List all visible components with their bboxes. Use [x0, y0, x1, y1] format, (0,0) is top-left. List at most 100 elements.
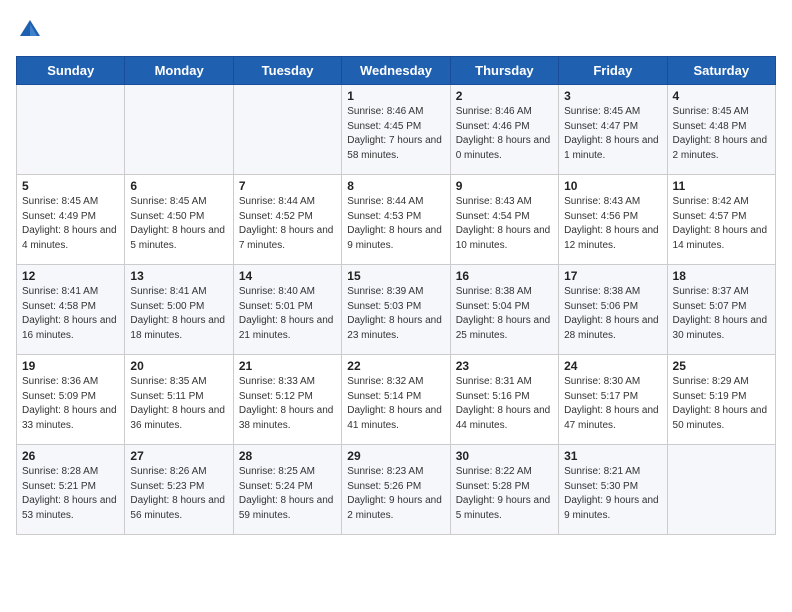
day-info: Sunrise: 8:41 AM Sunset: 4:58 PM Dayligh…: [22, 285, 119, 343]
day-number: 22: [347, 359, 444, 373]
day-number: 30: [456, 449, 553, 463]
calendar-cell: 4 Sunrise: 8:45 AM Sunset: 4:48 PM Daylig…: [667, 85, 775, 175]
calendar-cell: 9 Sunrise: 8:43 AM Sunset: 4:54 PM Daylig…: [450, 175, 558, 265]
calendar-cell: 26Sunrise: 8:28 AM Sunset: 5:21 PM Dayli…: [17, 445, 125, 535]
logo: [16, 16, 48, 44]
day-number: 31: [564, 449, 661, 463]
day-info: Sunrise: 8:33 AM Sunset: 5:12 PM Dayligh…: [239, 375, 336, 433]
calendar-cell: [667, 445, 775, 535]
weekday-header-sunday: Sunday: [17, 57, 125, 85]
calendar-cell: 6Sunrise: 8:45 AM Sunset: 4:50 PM Daylig…: [125, 175, 233, 265]
week-row-1: 1 Sunrise: 8:46 AM Sunset: 4:45 PM Daylig…: [17, 85, 776, 175]
week-row-3: 12 Sunrise: 8:41 AM Sunset: 4:58 PM Dayli…: [17, 265, 776, 355]
day-info: Sunrise: 8:43 AM Sunset: 4:56 PM Dayligh…: [564, 195, 661, 253]
day-number: 29: [347, 449, 444, 463]
calendar-cell: 10Sunrise: 8:43 AM Sunset: 4:56 PM Dayli…: [559, 175, 667, 265]
calendar-cell: 22 Sunrise: 8:32 AM Sunset: 5:14 PM Dayli…: [342, 355, 450, 445]
calendar-cell: 25 Sunrise: 8:29 AM Sunset: 5:19 PM Dayli…: [667, 355, 775, 445]
calendar-body: 1 Sunrise: 8:46 AM Sunset: 4:45 PM Daylig…: [17, 85, 776, 535]
day-info: Sunrise: 8:21 AM Sunset: 5:30 PM Dayligh…: [564, 465, 661, 523]
weekday-row: SundayMondayTuesdayWednesdayThursdayFrid…: [17, 57, 776, 85]
calendar-cell: 31 Sunrise: 8:21 AM Sunset: 5:30 PM Dayli…: [559, 445, 667, 535]
calendar-cell: 23 Sunrise: 8:31 AM Sunset: 5:16 PM Dayli…: [450, 355, 558, 445]
page-header: [16, 16, 776, 44]
calendar-cell: 1 Sunrise: 8:46 AM Sunset: 4:45 PM Daylig…: [342, 85, 450, 175]
calendar-cell: 15Sunrise: 8:39 AM Sunset: 5:03 PM Dayli…: [342, 265, 450, 355]
day-info: Sunrise: 8:25 AM Sunset: 5:24 PM Dayligh…: [239, 465, 336, 523]
calendar-cell: 14Sunrise: 8:40 AM Sunset: 5:01 PM Dayli…: [233, 265, 341, 355]
day-info: Sunrise: 8:45 AM Sunset: 4:48 PM Dayligh…: [673, 105, 770, 163]
day-info: Sunrise: 8:38 AM Sunset: 5:04 PM Dayligh…: [456, 285, 553, 343]
day-info: Sunrise: 8:31 AM Sunset: 5:16 PM Dayligh…: [456, 375, 553, 433]
day-info: Sunrise: 8:41 AM Sunset: 5:00 PM Dayligh…: [130, 285, 227, 343]
weekday-header-tuesday: Tuesday: [233, 57, 341, 85]
day-number: 18: [673, 269, 770, 283]
day-number: 28: [239, 449, 336, 463]
calendar-cell: 13 Sunrise: 8:41 AM Sunset: 5:00 PM Dayli…: [125, 265, 233, 355]
calendar-cell: 11Sunrise: 8:42 AM Sunset: 4:57 PM Dayli…: [667, 175, 775, 265]
calendar-cell: [233, 85, 341, 175]
calendar-cell: 21 Sunrise: 8:33 AM Sunset: 5:12 PM Dayli…: [233, 355, 341, 445]
day-number: 16: [456, 269, 553, 283]
week-row-2: 5 Sunrise: 8:45 AM Sunset: 4:49 PM Daylig…: [17, 175, 776, 265]
calendar-cell: 16 Sunrise: 8:38 AM Sunset: 5:04 PM Dayli…: [450, 265, 558, 355]
weekday-header-wednesday: Wednesday: [342, 57, 450, 85]
day-info: Sunrise: 8:35 AM Sunset: 5:11 PM Dayligh…: [130, 375, 227, 433]
day-info: Sunrise: 8:36 AM Sunset: 5:09 PM Dayligh…: [22, 375, 119, 433]
calendar-table: SundayMondayTuesdayWednesdayThursdayFrid…: [16, 56, 776, 535]
day-number: 4: [673, 89, 770, 103]
day-info: Sunrise: 8:46 AM Sunset: 4:46 PM Dayligh…: [456, 105, 553, 163]
day-number: 11: [673, 179, 770, 193]
day-info: Sunrise: 8:44 AM Sunset: 4:52 PM Dayligh…: [239, 195, 336, 253]
weekday-header-thursday: Thursday: [450, 57, 558, 85]
day-number: 26: [22, 449, 119, 463]
day-info: Sunrise: 8:37 AM Sunset: 5:07 PM Dayligh…: [673, 285, 770, 343]
day-number: 5: [22, 179, 119, 193]
day-number: 7: [239, 179, 336, 193]
week-row-5: 26Sunrise: 8:28 AM Sunset: 5:21 PM Dayli…: [17, 445, 776, 535]
calendar-cell: 20 Sunrise: 8:35 AM Sunset: 5:11 PM Dayli…: [125, 355, 233, 445]
day-info: Sunrise: 8:45 AM Sunset: 4:50 PM Dayligh…: [130, 195, 227, 253]
day-number: 21: [239, 359, 336, 373]
day-info: Sunrise: 8:44 AM Sunset: 4:53 PM Dayligh…: [347, 195, 444, 253]
weekday-header-monday: Monday: [125, 57, 233, 85]
calendar-cell: 12 Sunrise: 8:41 AM Sunset: 4:58 PM Dayli…: [17, 265, 125, 355]
day-number: 15: [347, 269, 444, 283]
day-info: Sunrise: 8:22 AM Sunset: 5:28 PM Dayligh…: [456, 465, 553, 523]
calendar-cell: 29 Sunrise: 8:23 AM Sunset: 5:26 PM Dayli…: [342, 445, 450, 535]
calendar-cell: 3Sunrise: 8:45 AM Sunset: 4:47 PM Daylig…: [559, 85, 667, 175]
day-info: Sunrise: 8:26 AM Sunset: 5:23 PM Dayligh…: [130, 465, 227, 523]
day-number: 2: [456, 89, 553, 103]
calendar-cell: 19 Sunrise: 8:36 AM Sunset: 5:09 PM Dayli…: [17, 355, 125, 445]
calendar-cell: 27Sunrise: 8:26 AM Sunset: 5:23 PM Dayli…: [125, 445, 233, 535]
day-number: 23: [456, 359, 553, 373]
day-info: Sunrise: 8:29 AM Sunset: 5:19 PM Dayligh…: [673, 375, 770, 433]
day-number: 20: [130, 359, 227, 373]
day-number: 9: [456, 179, 553, 193]
day-number: 12: [22, 269, 119, 283]
day-info: Sunrise: 8:32 AM Sunset: 5:14 PM Dayligh…: [347, 375, 444, 433]
calendar-cell: 30 Sunrise: 8:22 AM Sunset: 5:28 PM Dayli…: [450, 445, 558, 535]
day-info: Sunrise: 8:40 AM Sunset: 5:01 PM Dayligh…: [239, 285, 336, 343]
week-row-4: 19 Sunrise: 8:36 AM Sunset: 5:09 PM Dayli…: [17, 355, 776, 445]
calendar-cell: 2 Sunrise: 8:46 AM Sunset: 4:46 PM Daylig…: [450, 85, 558, 175]
day-info: Sunrise: 8:46 AM Sunset: 4:45 PM Dayligh…: [347, 105, 444, 163]
day-number: 1: [347, 89, 444, 103]
day-number: 13: [130, 269, 227, 283]
weekday-header-saturday: Saturday: [667, 57, 775, 85]
logo-icon: [16, 16, 44, 44]
calendar-cell: 28 Sunrise: 8:25 AM Sunset: 5:24 PM Dayli…: [233, 445, 341, 535]
day-number: 3: [564, 89, 661, 103]
calendar-cell: 7 Sunrise: 8:44 AM Sunset: 4:52 PM Daylig…: [233, 175, 341, 265]
day-number: 25: [673, 359, 770, 373]
day-info: Sunrise: 8:23 AM Sunset: 5:26 PM Dayligh…: [347, 465, 444, 523]
calendar-cell: 17Sunrise: 8:38 AM Sunset: 5:06 PM Dayli…: [559, 265, 667, 355]
calendar-cell: 5 Sunrise: 8:45 AM Sunset: 4:49 PM Daylig…: [17, 175, 125, 265]
calendar-header: SundayMondayTuesdayWednesdayThursdayFrid…: [17, 57, 776, 85]
day-number: 17: [564, 269, 661, 283]
day-number: 19: [22, 359, 119, 373]
calendar-cell: 8Sunrise: 8:44 AM Sunset: 4:53 PM Daylig…: [342, 175, 450, 265]
day-info: Sunrise: 8:43 AM Sunset: 4:54 PM Dayligh…: [456, 195, 553, 253]
day-info: Sunrise: 8:30 AM Sunset: 5:17 PM Dayligh…: [564, 375, 661, 433]
day-info: Sunrise: 8:45 AM Sunset: 4:49 PM Dayligh…: [22, 195, 119, 253]
